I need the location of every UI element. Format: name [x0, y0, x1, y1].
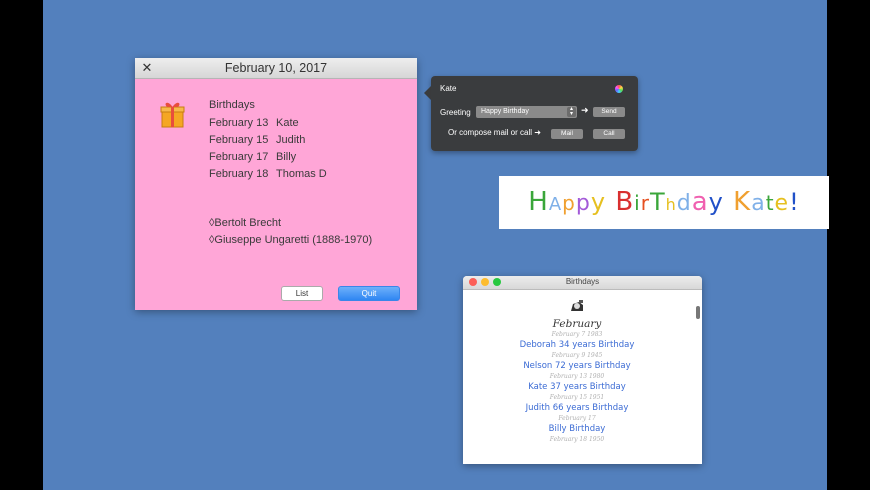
- banner-letter: t: [765, 191, 775, 215]
- birthday-name: Billy: [276, 151, 297, 163]
- birthday-entry[interactable]: Judith 66 years Birthday: [463, 402, 691, 414]
- birthday-entry[interactable]: Nelson 72 years Birthday: [463, 360, 691, 372]
- birthday-date: February 13: [209, 117, 269, 129]
- birthday-name: Thomas D: [276, 168, 327, 180]
- call-button[interactable]: Call: [593, 129, 625, 139]
- banner-letter: p: [562, 191, 576, 215]
- entry-date: February 9 1945: [551, 352, 603, 359]
- entry-date: February 13 1980: [549, 373, 605, 380]
- birthday-row: February 18 Thomas D: [209, 166, 327, 183]
- birthday-row: February 15 Judith: [209, 132, 327, 149]
- birthdays-titlebar[interactable]: Birthdays: [463, 276, 702, 290]
- banner-letter: d: [676, 191, 692, 216]
- entry-date: February 17: [558, 415, 596, 422]
- happy-birthday-banner: HAppy BirThday Kate!: [499, 176, 829, 229]
- gift-icon: [160, 102, 185, 128]
- compose-label: Or compose mail or call ➜: [448, 128, 541, 137]
- send-button[interactable]: Send: [593, 107, 625, 117]
- birthday-row: February 17 Billy: [209, 149, 327, 166]
- banner-letter: y: [708, 188, 724, 216]
- birthdays-content: February February 7 1983 Deborah 34 year…: [463, 290, 691, 444]
- banner-letter: B: [615, 187, 635, 217]
- quit-button[interactable]: Quit: [338, 286, 400, 301]
- desktop: ✕ February 10, 2017 Birthdays February 1…: [43, 0, 829, 490]
- arrow-right-icon: ➜: [581, 105, 589, 115]
- quote-item: ◊Bertolt Brecht: [209, 217, 282, 229]
- banner-letter: [606, 187, 615, 217]
- birthday-date: February 18: [209, 168, 269, 180]
- month-heading: February: [552, 318, 602, 330]
- greeting-label: Greeting: [440, 108, 471, 117]
- banner-letter: h: [665, 195, 677, 214]
- banner-letter: e: [774, 191, 790, 216]
- birthday-row: February 13 Kate: [209, 115, 327, 132]
- note-titlebar[interactable]: ✕ February 10, 2017: [135, 58, 417, 79]
- birthday-entry[interactable]: Kate 37 years Birthday: [463, 381, 691, 393]
- birthday-date: February 17: [209, 151, 269, 163]
- banner-letter: a: [751, 191, 766, 216]
- birthday-date: February 15: [209, 134, 269, 146]
- note-title: February 10, 2017: [224, 61, 328, 75]
- birthdays-heading: Birthdays: [209, 99, 255, 111]
- quote-list: ◊Bertolt Brecht ◊Giuseppe Ungaretti (188…: [209, 215, 372, 249]
- birthday-entry[interactable]: Deborah 34 years Birthday: [463, 339, 691, 351]
- tape-dispenser-icon: [571, 300, 583, 311]
- banner-letter: r: [640, 191, 650, 215]
- chevron-updown-icon: ▴ ▾: [567, 106, 576, 117]
- entry-date: February 15 1951: [549, 394, 605, 401]
- birthday-note-window: ✕ February 10, 2017 Birthdays February 1…: [135, 58, 417, 310]
- banner-letter: a: [691, 187, 709, 217]
- birthdays-window-title: Birthdays: [565, 277, 600, 286]
- banner-letter: !: [789, 188, 800, 216]
- banner-letter: K: [733, 187, 752, 217]
- birthdays-window: Birthdays February February 7 1983 Debor…: [463, 276, 702, 464]
- popover-arrow: [424, 86, 431, 100]
- color-wheel-icon[interactable]: [615, 85, 623, 93]
- banner-letter: p: [575, 191, 591, 216]
- banner-letter: A: [548, 194, 563, 215]
- banner-letter: y: [590, 188, 607, 216]
- birthday-entry[interactable]: Billy Birthday: [463, 423, 691, 435]
- birthday-list: Birthdays February 13 Kate February 15 Jud…: [209, 99, 327, 183]
- entry-date: February 7 1983: [551, 331, 603, 338]
- greeting-popover: Kate Greeting Happy Birthday ▴ ▾ ➜ Send O…: [424, 76, 638, 151]
- scrollbar-thumb[interactable]: [696, 306, 700, 319]
- birthday-name: Kate: [276, 117, 299, 129]
- greeting-select[interactable]: Happy Birthday ▴ ▾: [476, 106, 577, 118]
- birthday-name: Judith: [276, 134, 306, 146]
- quote-item: ◊Giuseppe Ungaretti (1888-1970): [209, 234, 373, 246]
- recipient-name: Kate: [440, 84, 457, 93]
- entry-date: February 18 1950: [549, 436, 605, 443]
- list-button[interactable]: List: [281, 286, 323, 301]
- banner-letter: H: [528, 187, 549, 217]
- greeting-select-value: Happy Birthday: [481, 108, 529, 115]
- banner-letter: T: [649, 188, 666, 216]
- mail-button[interactable]: Mail: [551, 129, 583, 139]
- banner-letter: [724, 187, 733, 217]
